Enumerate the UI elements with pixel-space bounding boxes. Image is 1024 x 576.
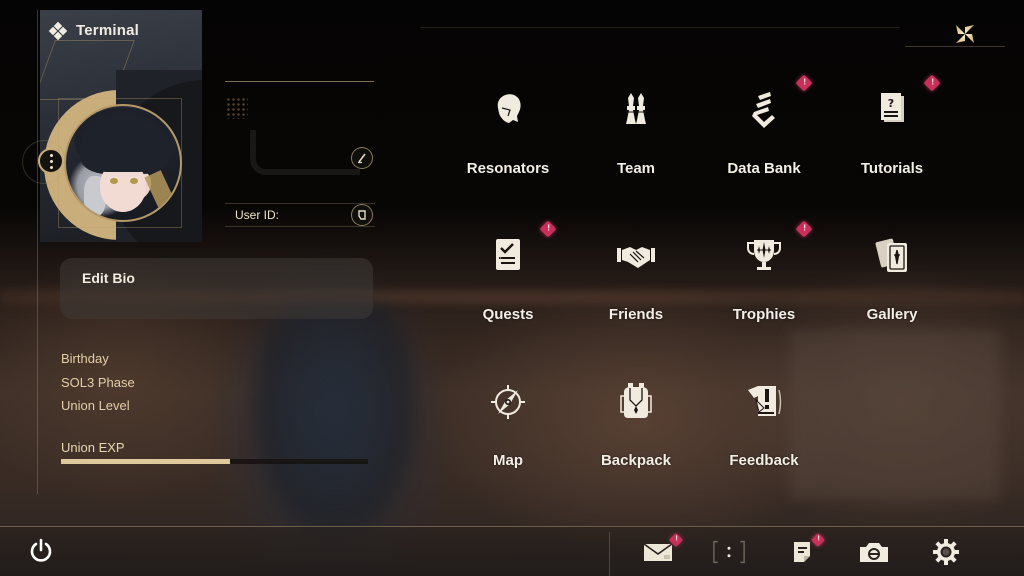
edit-bio-field[interactable]: Edit Bio (60, 258, 373, 319)
name-underline (225, 81, 374, 82)
avatar-ribbon (144, 170, 178, 214)
notification-badge (795, 220, 813, 238)
menu-label: Data Bank (727, 160, 801, 177)
profile-info-list: Birthday SOL3 Phase Union Level (61, 349, 135, 419)
notice-icon (794, 542, 810, 562)
frame-line-left (37, 10, 38, 494)
menu-item-resonators[interactable]: Resonators (448, 90, 568, 200)
avatar-eye-left (110, 178, 118, 184)
dots-grid-decoration (226, 97, 248, 119)
menu-label: Map (493, 452, 523, 469)
svg-text:?: ? (888, 97, 894, 110)
union-exp-fill (61, 459, 230, 464)
feedback-icon (748, 386, 782, 416)
chat-button[interactable] (712, 538, 746, 566)
menu-label: Resonators (466, 160, 550, 177)
menu-item-trophies[interactable]: Trophies (704, 220, 824, 346)
menu-item-gallery[interactable]: Gallery (832, 236, 952, 346)
more-vertical-icon (49, 153, 53, 157)
checklist-icon (496, 239, 520, 270)
chess-pieces-icon (626, 93, 646, 124)
union-exp-bar (61, 459, 368, 464)
notification-badge (539, 220, 557, 238)
menu-item-backpack[interactable]: Backpack (576, 382, 696, 492)
mail-icon (643, 543, 673, 561)
notification-badge (810, 532, 826, 548)
notification-badge (795, 74, 813, 92)
menu-label: Quests (482, 306, 534, 323)
avatar-eye-right (130, 178, 138, 184)
mail-button[interactable] (641, 532, 684, 566)
dot (49, 165, 53, 169)
info-union-level: Union Level (61, 398, 130, 413)
compass-icon (491, 385, 525, 419)
power-button[interactable] (24, 537, 58, 565)
menu-item-quests[interactable]: Quests (448, 220, 568, 346)
handshake-icon (617, 247, 655, 268)
copy-user-id-button[interactable] (351, 204, 373, 226)
frame-line-top (420, 27, 900, 28)
menu-item-feedback[interactable]: Feedback (704, 382, 824, 492)
settings-button[interactable] (929, 538, 963, 566)
data-bank-icon (752, 92, 775, 128)
question-document-icon: ? (881, 93, 904, 122)
faint-logo-decoration (250, 130, 360, 175)
bio-text: Edit Bio (82, 270, 135, 286)
user-id-label: User ID: (235, 208, 280, 222)
dot (49, 159, 53, 163)
pencil-icon (358, 153, 366, 164)
copy-icon (358, 210, 366, 220)
menu-label: Backpack (600, 452, 672, 469)
menu-label: Team (616, 160, 656, 177)
menu-label: Feedback (729, 452, 799, 469)
trophy-icon (747, 240, 781, 270)
close-x-icon (956, 25, 974, 43)
close-button[interactable] (950, 20, 980, 48)
photo-button[interactable] (857, 538, 891, 566)
cards-icon (875, 238, 907, 272)
background-character-silhouette (250, 300, 420, 540)
chat-bracket-icon (713, 540, 745, 564)
power-icon (30, 538, 52, 562)
union-exp-label: Union EXP (61, 440, 125, 455)
page-title: Terminal (48, 21, 140, 40)
menu-item-friends[interactable]: Friends (576, 236, 696, 346)
menu-item-map[interactable]: Map (448, 382, 568, 492)
bottom-divider (609, 532, 610, 576)
info-sol3-phase: SOL3 Phase (61, 375, 135, 390)
camera-icon (860, 543, 888, 562)
page-title-text: Terminal (76, 22, 140, 39)
notification-badge (668, 532, 684, 548)
menu-item-team[interactable]: Team (576, 90, 696, 200)
menu-label: Trophies (732, 306, 796, 323)
menu-label: Gallery (866, 306, 918, 323)
resonator-head-icon (497, 94, 521, 123)
backpack-icon (620, 383, 652, 418)
menu-item-data-bank[interactable]: Data Bank (704, 74, 824, 200)
menu-label: Tutorials (860, 160, 924, 177)
edit-name-button[interactable] (351, 147, 373, 169)
menu-item-tutorials[interactable]: ? Tutorials (832, 74, 952, 200)
diamond-cluster-icon (48, 21, 68, 40)
announcements-button[interactable] (785, 532, 826, 566)
more-options-button[interactable] (38, 148, 64, 174)
avatar-bangs (86, 124, 168, 172)
menu-label: Friends (608, 306, 664, 323)
gear-icon (933, 539, 959, 565)
avatar[interactable] (64, 104, 182, 222)
info-birthday: Birthday (61, 351, 109, 366)
notification-badge (923, 74, 941, 92)
